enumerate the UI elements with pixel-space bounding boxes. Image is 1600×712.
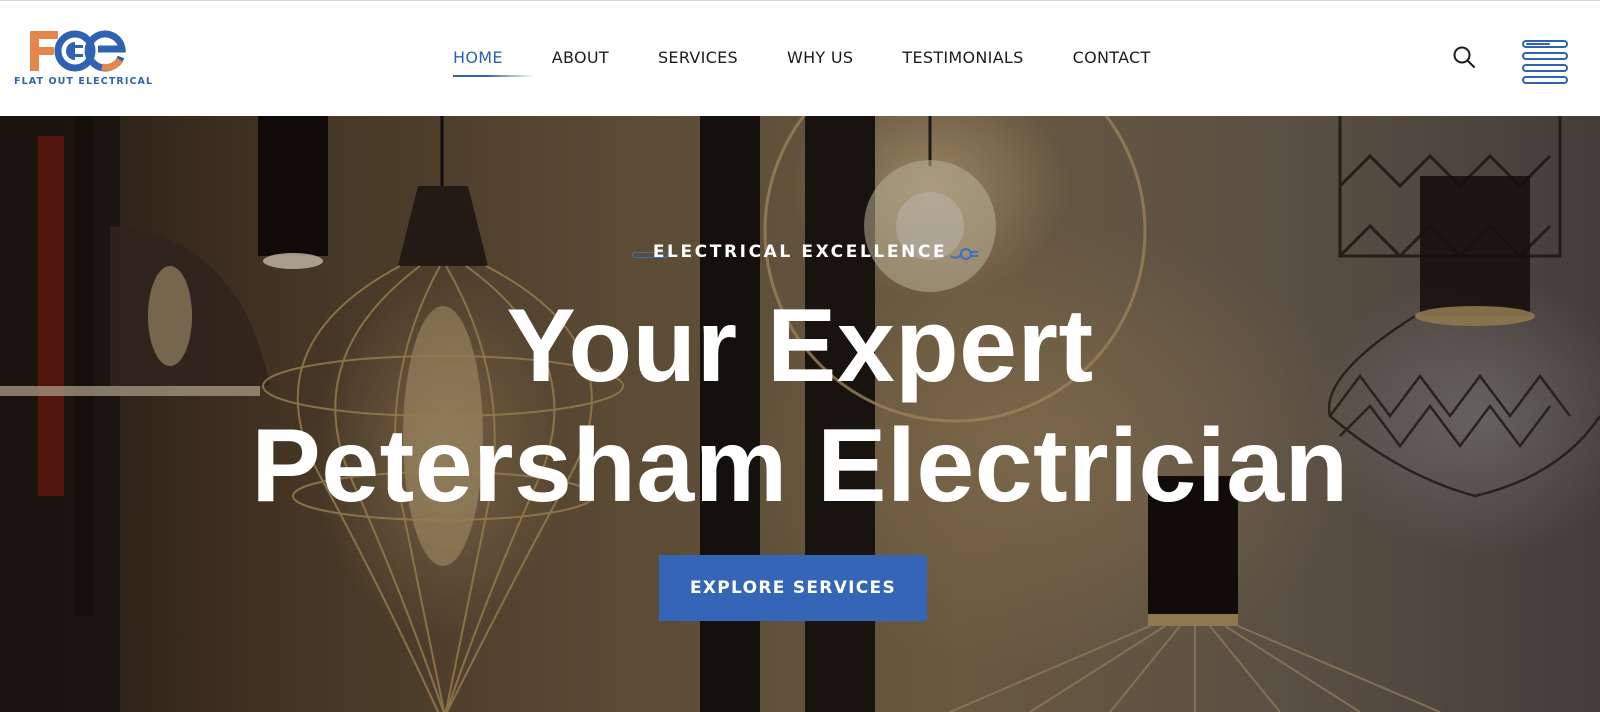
main-nav: HOME ABOUT SERVICES WHY US TESTIMONIALS … [453, 48, 1151, 77]
hero-headline-line-1: Your Expert [506, 288, 1094, 404]
explore-services-button[interactable]: EXPLORE SERVICES [659, 555, 927, 621]
plug-icon [950, 248, 978, 260]
nav-item-testimonials[interactable]: TESTIMONIALS [902, 48, 1023, 72]
nav-item-contact[interactable]: CONTACT [1073, 48, 1151, 72]
brand-name: FLAT OUT ELECTRICAL [14, 76, 154, 87]
search-icon [1453, 46, 1475, 68]
hero-headline: Your Expert Petersham Electrician [0, 286, 1600, 526]
search-button[interactable] [1452, 45, 1476, 69]
hero-eyebrow: ELECTRICAL EXCELLENCE [652, 242, 948, 262]
brand-logo[interactable]: FLAT OUT ELECTRICAL [14, 27, 154, 91]
site-header: FLAT OUT ELECTRICAL HOME ABOUT SERVICES … [0, 0, 1600, 116]
nav-item-label: TESTIMONIALS [902, 48, 1024, 67]
nav-active-underline [453, 75, 535, 77]
nav-item-label: SERVICES [657, 48, 738, 67]
nav-item-home[interactable]: HOME [453, 48, 535, 77]
foe-logo-mark [30, 30, 126, 72]
nav-item-label: WHY US [786, 48, 854, 67]
explore-services-label: EXPLORE SERVICES [689, 578, 897, 598]
nav-item-services[interactable]: SERVICES [658, 48, 738, 72]
nav-item-label: CONTACT [1072, 48, 1151, 67]
hero-headline-line-2: Petersham Electrician [251, 408, 1349, 524]
hamburger-menu-button[interactable] [1522, 40, 1570, 86]
nav-item-label: ABOUT [551, 48, 609, 67]
nav-item-label: HOME [453, 48, 503, 67]
nav-item-why-us[interactable]: WHY US [787, 48, 853, 72]
hero-section: ELECTRICAL EXCELLENCE Your Expert Peters… [0, 116, 1600, 712]
nav-item-about[interactable]: ABOUT [552, 48, 609, 72]
